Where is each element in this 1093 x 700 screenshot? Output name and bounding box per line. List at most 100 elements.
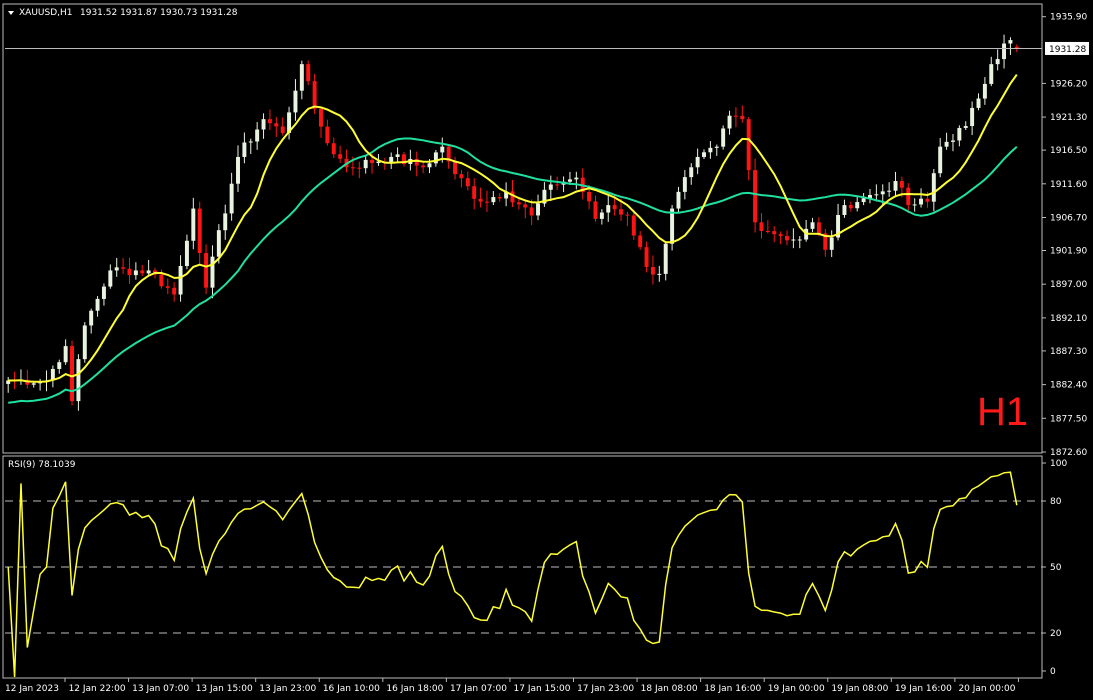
bear-candle <box>338 145 343 164</box>
bull-candle <box>236 145 240 192</box>
candle-body <box>957 127 962 141</box>
bull-candle <box>6 376 11 393</box>
bear-candle <box>421 162 426 174</box>
candle-body <box>925 198 930 202</box>
bull-candle <box>82 322 87 363</box>
bull-candle <box>101 283 106 306</box>
bull-candle <box>536 194 541 221</box>
bear-candle <box>382 157 387 170</box>
candle-body <box>484 201 489 203</box>
bull-candle <box>606 194 611 222</box>
time-axis-label: 13 Jan 23:00 <box>259 684 316 694</box>
bull-candle <box>255 122 260 150</box>
candle-body <box>427 163 432 168</box>
bull-candle <box>89 308 94 334</box>
bull-candle <box>38 378 43 391</box>
bull-candle <box>810 217 815 233</box>
bear-candle <box>165 278 170 295</box>
candle-body <box>612 205 617 210</box>
bull-candle <box>363 156 368 174</box>
candle-body <box>797 239 802 241</box>
candle-body <box>919 198 924 205</box>
bull-candle <box>293 79 298 121</box>
bull-candle <box>982 77 987 105</box>
time-axis-label: 16 Jan 18:00 <box>386 684 443 694</box>
price-pane[interactable]: 1935.90 1926.20 1921.30 1916.50 1911.60 1906.… <box>2 3 1089 458</box>
bull-candle <box>76 354 81 411</box>
price-axis-label: 1916.50 <box>1050 146 1087 156</box>
bull-candle <box>229 172 234 221</box>
candle-body <box>765 230 770 232</box>
bull-candle <box>657 265 662 282</box>
bull-candle <box>855 196 860 212</box>
candle-body <box>459 174 464 179</box>
rsi-pane-frame <box>2 455 1043 679</box>
candle-body <box>727 115 732 129</box>
candle-body <box>1002 43 1007 60</box>
bull-candle <box>210 245 215 299</box>
bear-candle <box>25 369 30 389</box>
bear-candle <box>746 117 751 181</box>
price-axis: 1935.90 1926.20 1921.30 1916.50 1911.60 1906.… <box>1042 13 1087 458</box>
bull-candle <box>950 134 955 152</box>
bull-candle <box>542 182 547 207</box>
bear-candle <box>204 244 209 295</box>
candle-body <box>638 235 643 248</box>
bull-candle <box>689 163 694 185</box>
candle-body <box>319 108 323 127</box>
candle-body <box>114 267 119 271</box>
candle-body <box>663 243 668 274</box>
trading-chart[interactable]: 1935.90 1926.20 1921.30 1916.50 1911.60 1906.… <box>0 0 1093 700</box>
bull-candle <box>970 101 975 136</box>
bear-candle <box>497 192 502 202</box>
bull-candle <box>223 204 228 240</box>
rsi-pane[interactable]: 100 80 50 20 0 RSI(9) 78.1039 <box>2 455 1067 679</box>
candle-body <box>689 167 694 178</box>
candle-body <box>976 98 981 108</box>
candle-body <box>944 141 949 147</box>
candle-body <box>204 253 209 288</box>
candle-body <box>772 231 777 235</box>
candle-body <box>702 152 706 157</box>
bear-candle <box>765 220 770 234</box>
bear-candle <box>344 149 349 173</box>
bull-candle <box>829 230 834 257</box>
bull-candle <box>861 193 866 206</box>
candle-body <box>172 287 177 295</box>
candle-body <box>242 142 247 157</box>
price-axis-label: 1897.00 <box>1050 280 1087 290</box>
bear-candle <box>121 258 126 275</box>
bear-candle <box>331 137 336 159</box>
bull-candle <box>389 152 394 170</box>
price-axis-label: 1892.10 <box>1050 314 1087 324</box>
candle-body <box>759 222 764 231</box>
triangle-down-icon[interactable] <box>8 11 14 15</box>
bull-candle <box>682 170 687 200</box>
bull-candle <box>146 259 151 277</box>
price-axis-label: 1906.70 <box>1050 213 1087 223</box>
price-axis-label: 1935.90 <box>1050 13 1087 23</box>
candle-body <box>516 202 521 205</box>
candle-body <box>746 119 751 171</box>
chart-header: XAUUSD,H1 1931.52 1931.87 1930.73 1931.2… <box>8 8 238 18</box>
bull-candle <box>261 113 266 139</box>
bull-candle <box>676 186 681 213</box>
current-price-tag: 1931.28 <box>1045 41 1089 55</box>
rsi-title: RSI(9) 78.1039 <box>8 460 76 470</box>
candle-body <box>63 346 68 363</box>
bear-candle <box>580 168 585 200</box>
bear-candle <box>631 210 636 240</box>
candle-body <box>574 177 579 180</box>
bull-candle <box>931 168 936 212</box>
candle-body <box>733 115 738 117</box>
candle-body <box>855 202 860 209</box>
bull-candle <box>114 258 119 277</box>
candle-body <box>791 239 796 241</box>
candle-body <box>989 64 994 84</box>
bear-candle <box>906 183 911 214</box>
candle-body <box>1008 40 1013 44</box>
candle-body <box>267 119 272 124</box>
candle-body <box>682 177 687 192</box>
bull-candle <box>574 171 579 190</box>
bear-candle <box>625 211 630 227</box>
